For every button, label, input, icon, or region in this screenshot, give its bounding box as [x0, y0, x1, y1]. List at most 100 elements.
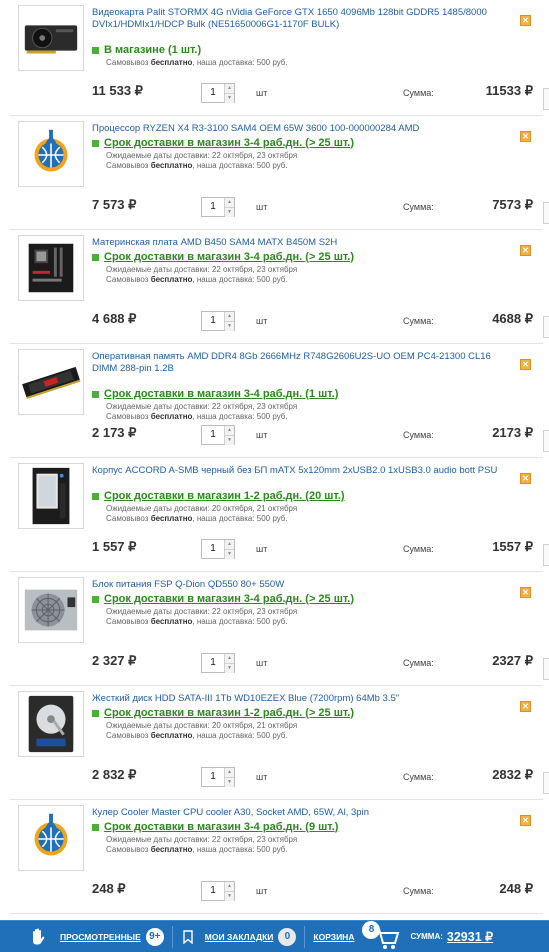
quantity-down-icon[interactable]: ▼	[225, 778, 234, 787]
product-thumbnail[interactable]	[18, 121, 84, 187]
product-title-link[interactable]: Корпус ACCORD A-SMB черный без БП mATX 5…	[92, 465, 497, 476]
edge-tab[interactable]	[543, 430, 549, 452]
quantity-stepper[interactable]: 1 ▲ ▼	[201, 83, 235, 103]
placeholder-logo-image	[19, 122, 83, 186]
quantity-up-icon[interactable]: ▲	[225, 198, 234, 208]
quantity-stepper[interactable]: 1 ▲ ▼	[201, 539, 235, 559]
quantity-stepper[interactable]: 1 ▲ ▼	[201, 881, 235, 901]
product-title[interactable]: Блок питания FSP Q-Dion QD550 80+ 550W	[92, 579, 502, 591]
product-thumbnail[interactable]	[18, 235, 84, 301]
edge-tab[interactable]	[543, 88, 549, 110]
quantity-down-icon[interactable]: ▼	[225, 208, 234, 217]
product-title-link[interactable]: Кулер Cooler Master CPU cooler A30, Sock…	[92, 807, 369, 818]
quantity-down-icon[interactable]: ▼	[225, 436, 234, 445]
quantity-input[interactable]: 1	[202, 84, 224, 102]
cart-item: Корпус ACCORD A-SMB черный без БП mATX 5…	[10, 458, 543, 572]
quantity-down-icon[interactable]: ▼	[225, 892, 234, 901]
edge-tab[interactable]	[543, 658, 549, 680]
product-title[interactable]: Оперативная память AMD DDR4 8Gb 2666MHz …	[92, 351, 502, 374]
quantity-up-icon[interactable]: ▲	[225, 654, 234, 664]
product-title[interactable]: Корпус ACCORD A-SMB черный без БП mATX 5…	[92, 465, 502, 477]
quantity-input[interactable]: 1	[202, 426, 224, 444]
pickup-prefix: Самовывоз	[106, 411, 149, 421]
remove-item-icon[interactable]: ✕	[520, 815, 531, 826]
quantity-input[interactable]: 1	[202, 768, 224, 786]
product-title-link[interactable]: Процессор RYZEN X4 R3-3100 SAM4 OEM 65W …	[92, 123, 419, 134]
quantity-down-icon[interactable]: ▼	[225, 94, 234, 103]
edge-tab[interactable]	[543, 202, 549, 224]
availability-status[interactable]: Срок доставки в магазин 1-2 раб.дн. (20 …	[92, 490, 345, 503]
availability-status[interactable]: Срок доставки в магазин 3-4 раб.дн. (> 2…	[92, 593, 354, 606]
availability-status[interactable]: Срок доставки в магазин 3-4 раб.дн. (9 ш…	[92, 821, 338, 834]
quantity-down-icon[interactable]: ▼	[225, 550, 234, 559]
expected-dates: Ожидаемые даты доставки: 20 октября, 21 …	[106, 720, 298, 730]
edge-tab[interactable]	[543, 316, 549, 338]
quantity-input[interactable]: 1	[202, 312, 224, 330]
quantity-up-icon[interactable]: ▲	[225, 426, 234, 436]
cart-label: КОРЗИНА	[313, 931, 355, 942]
availability-status[interactable]: Срок доставки в магазин 1-2 раб.дн. (> 2…	[92, 707, 354, 720]
quantity-up-icon[interactable]: ▲	[225, 768, 234, 778]
quantity-arrows: ▲ ▼	[224, 312, 234, 331]
remove-item-icon[interactable]: ✕	[520, 131, 531, 142]
product-title[interactable]: Жесткий диск HDD SATA-III 1Tb WD10EZEX B…	[92, 693, 502, 705]
product-thumbnail[interactable]	[18, 463, 84, 529]
quantity-up-icon[interactable]: ▲	[225, 312, 234, 322]
availability-status[interactable]: Срок доставки в магазин 3-4 раб.дн. (> 2…	[92, 251, 354, 264]
quantity-input[interactable]: 1	[202, 654, 224, 672]
product-title-link[interactable]: Блок питания FSP Q-Dion QD550 80+ 550W	[92, 579, 284, 590]
edge-tab[interactable]	[543, 772, 549, 794]
remove-item-icon[interactable]: ✕	[520, 359, 531, 370]
quantity-stepper[interactable]: 1 ▲ ▼	[201, 197, 235, 217]
unit-price: 248 ₽	[92, 881, 126, 896]
product-thumbnail[interactable]	[18, 691, 84, 757]
remove-item-icon[interactable]: ✕	[520, 701, 531, 712]
availability-status[interactable]: Срок доставки в магазин 3-4 раб.дн. (1 ш…	[92, 388, 338, 401]
line-sum: 2832 ₽	[492, 767, 533, 782]
quantity-down-icon[interactable]: ▼	[225, 322, 234, 331]
product-title-link[interactable]: Материнская плата AMD B450 SAM4 MATX B45…	[92, 237, 337, 248]
quantity-up-icon[interactable]: ▲	[225, 84, 234, 94]
quantity-input[interactable]: 1	[202, 540, 224, 558]
product-title[interactable]: Процессор RYZEN X4 R3-3100 SAM4 OEM 65W …	[92, 123, 502, 135]
pickup-info: Самовывоз бесплатно, наша доставка: 500 …	[106, 412, 288, 422]
product-thumbnail[interactable]	[18, 577, 84, 643]
quantity-stepper[interactable]: 1 ▲ ▼	[201, 767, 235, 787]
product-title-link[interactable]: Оперативная память AMD DDR4 8Gb 2666MHz …	[92, 351, 491, 374]
availability-text: Срок доставки в магазин 1-2 раб.дн. (> 2…	[104, 706, 355, 719]
cart-sum-value[interactable]: 32931 ₽	[447, 929, 493, 944]
pickup-suffix: , наша доставка: 500 руб.	[192, 411, 288, 421]
availability-status: В магазине (1 шт.)	[92, 44, 201, 57]
quantity-down-icon[interactable]: ▼	[225, 664, 234, 673]
quantity-up-icon[interactable]: ▲	[225, 540, 234, 550]
remove-item-icon[interactable]: ✕	[520, 245, 531, 256]
remove-item-icon[interactable]: ✕	[520, 15, 531, 26]
viewed-link[interactable]: ПРОСМОТРЕННЫЕ	[60, 932, 141, 942]
cart-link[interactable]: КОРЗИНА	[313, 932, 354, 942]
cart-item: Кулер Cooler Master CPU cooler A30, Sock…	[10, 800, 543, 914]
cart-item: Материнская плата AMD B450 SAM4 MATX B45…	[10, 230, 543, 344]
quantity-arrows: ▲ ▼	[224, 768, 234, 787]
bookmarks-link[interactable]: МОИ ЗАКЛАДКИ	[205, 932, 274, 942]
sum-label: Сумма:	[403, 658, 434, 668]
quantity-stepper[interactable]: 1 ▲ ▼	[201, 425, 235, 445]
product-title[interactable]: Кулер Cooler Master CPU cooler A30, Sock…	[92, 807, 502, 819]
unit-price: 2 173 ₽	[92, 425, 137, 440]
remove-item-icon[interactable]: ✕	[520, 587, 531, 598]
quantity-stepper[interactable]: 1 ▲ ▼	[201, 311, 235, 331]
quantity-input[interactable]: 1	[202, 882, 224, 900]
product-thumbnail[interactable]	[18, 805, 84, 871]
product-thumbnail[interactable]	[18, 349, 84, 415]
quantity-stepper[interactable]: 1 ▲ ▼	[201, 653, 235, 673]
product-title[interactable]: Материнская плата AMD B450 SAM4 MATX B45…	[92, 237, 502, 249]
remove-item-icon[interactable]: ✕	[520, 473, 531, 484]
product-title[interactable]: Видеокарта Palit STORMX 4G nVidia GeForc…	[92, 7, 502, 30]
quantity-input[interactable]: 1	[202, 198, 224, 216]
availability-status[interactable]: Срок доставки в магазин 3-4 раб.дн. (> 2…	[92, 137, 354, 150]
quantity-up-icon[interactable]: ▲	[225, 882, 234, 892]
product-thumbnail[interactable]	[18, 5, 84, 71]
edge-tab[interactable]	[543, 544, 549, 566]
product-title-link[interactable]: Видеокарта Palit STORMX 4G nVidia GeForc…	[92, 7, 487, 30]
product-title-link[interactable]: Жесткий диск HDD SATA-III 1Tb WD10EZEX B…	[92, 693, 399, 704]
pickup-free: бесплатно	[150, 844, 193, 854]
